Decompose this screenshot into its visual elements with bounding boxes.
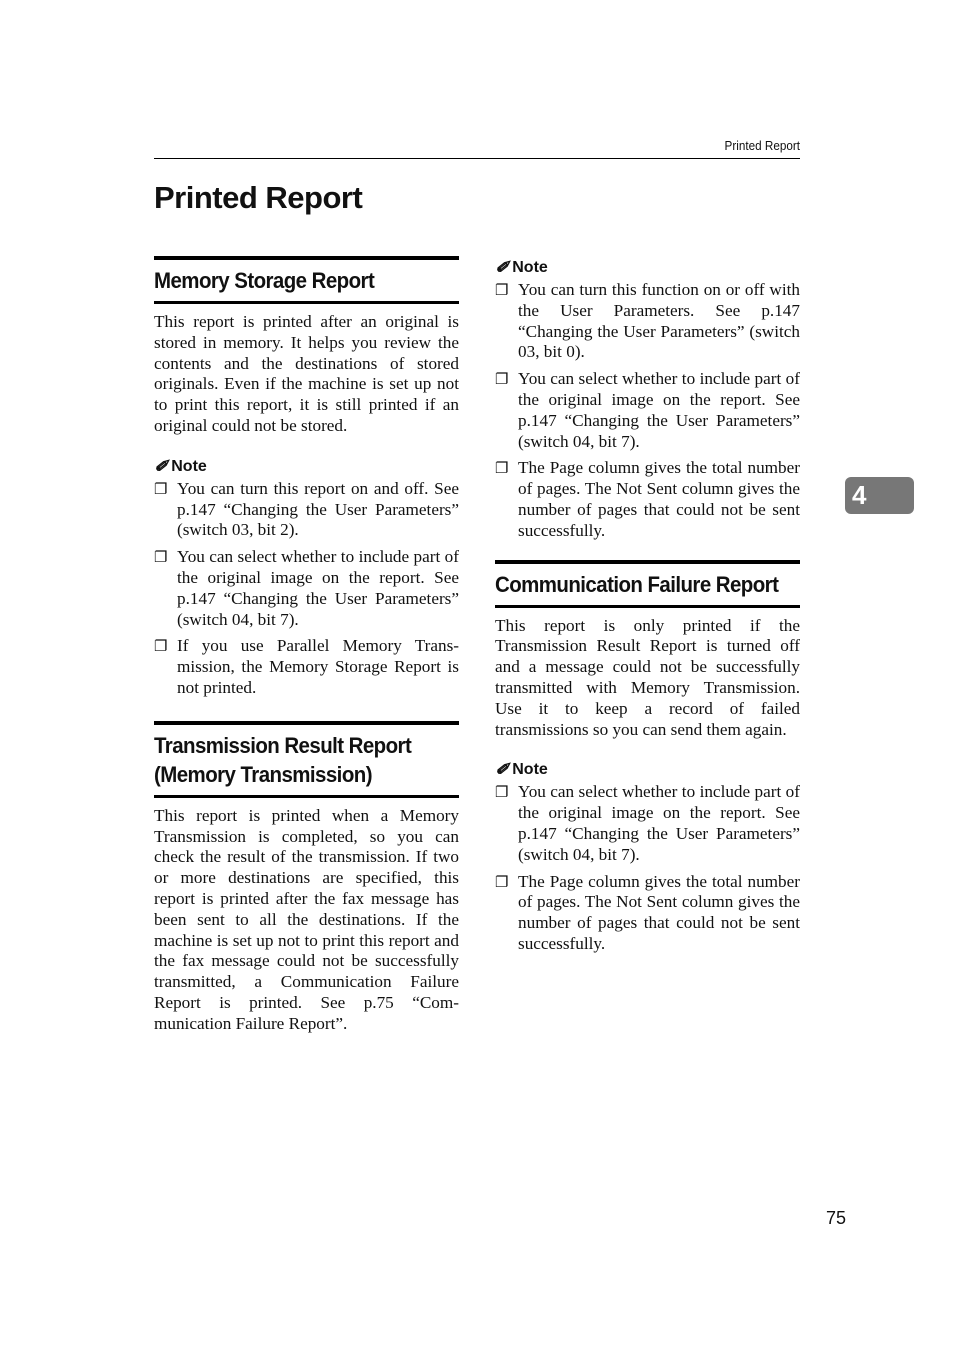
page-number: 75 [825, 1208, 846, 1228]
checkbox-bullet-icon: ❐ [495, 372, 509, 389]
note-item: ❐ You can select whether to include part … [495, 369, 800, 451]
section-heading: Transmission Result Report (Memory Transm… [154, 732, 412, 787]
checkbox-bullet-icon: ❐ [495, 283, 509, 299]
note-list: ❐ You can turn this function on or off wi… [495, 280, 800, 542]
note-item: ❐ If you use Parallel Memory Trans­missio… [154, 636, 459, 697]
note-label: Note [512, 761, 548, 779]
communication-failure-report-section: Communication Failure Report This report… [495, 559, 800, 955]
note-label: Note [171, 457, 207, 475]
pencil-icon: ✐ [154, 456, 169, 476]
section-heading-block: Transmission Result Report (Memory Transm… [154, 720, 459, 798]
note-list: ❐ You can turn this report on and off. Se… [154, 479, 459, 699]
chapter-tab: 4 [845, 477, 914, 514]
checkbox-bullet-icon: ❐ [154, 550, 168, 567]
pencil-icon: ✐ [495, 258, 510, 277]
section-heading: Communication Failure Report [495, 571, 779, 597]
note-heading: ✐ Note [495, 258, 800, 278]
checkbox-bullet-icon: ❐ [495, 874, 509, 891]
memory-storage-report-section: Memory Storage Report This report is pri… [154, 256, 459, 699]
checkbox-bullet-icon: ❐ [154, 639, 168, 656]
page-title: Printed Report [154, 180, 363, 215]
section-heading-block: Memory Storage Report [154, 256, 459, 304]
note-item: ❐ You can select whether to include part … [495, 782, 800, 864]
checkbox-bullet-icon: ❐ [154, 481, 168, 498]
note-heading: ✐ Note [154, 457, 459, 477]
pencil-icon: ✐ [495, 760, 510, 780]
section-heading-block: Communication Failure Report [495, 559, 800, 608]
section-body: This report is only printed if the Trans… [495, 615, 800, 739]
checkbox-bullet-icon: ❐ [495, 461, 509, 478]
running-header: Printed Report [724, 138, 800, 153]
section-body: This report is printed when a Memo­ry Tr… [154, 805, 459, 1033]
note-item: ❐ You can turn this function on or off wi… [495, 280, 800, 362]
transmission-result-report-section: Transmission Result Report (Memory Transm… [154, 720, 459, 1035]
checkbox-bullet-icon: ❐ [495, 785, 509, 802]
note-item: ❐ You can turn this report on and off. Se… [154, 478, 459, 540]
section-body: This report is printed after an original… [154, 312, 459, 435]
header-rule [154, 158, 800, 159]
left-column: Memory Storage Report This report is pri… [154, 256, 459, 1035]
right-column: ✐ Note ❐ You can turn this function on or… [495, 256, 800, 961]
note-label: Note [512, 259, 548, 276]
note-item: ❐ The Page column gives the total number … [495, 871, 800, 953]
note-heading: ✐ Note [495, 760, 800, 780]
note-item: ❐ The Page column gives the total number … [495, 458, 800, 540]
section-heading: Memory Storage Report [154, 268, 375, 293]
note-list: ❐ You can select whether to include part … [495, 782, 800, 954]
note-item: ❐ You can select whether to include part … [154, 547, 459, 629]
